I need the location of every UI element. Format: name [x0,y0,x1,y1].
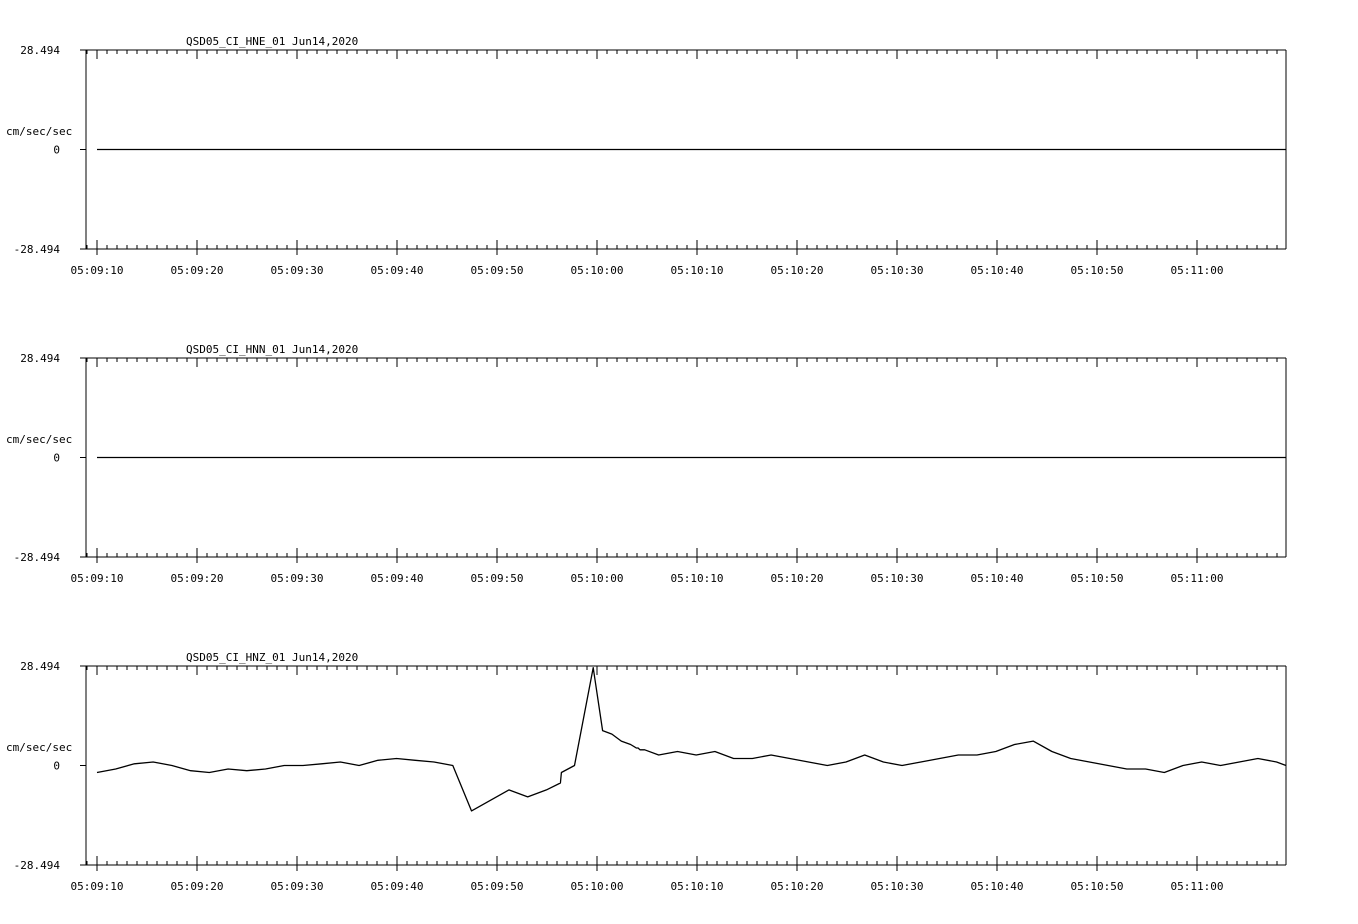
x-tick-label: 05:10:20 [771,572,824,585]
seismogram-figure: QSD05_CI_HNE_01 Jun14,2020 28.494 0 -28.494… [6,35,1287,893]
chart-title: QSD05_CI_HNE_01 Jun14,2020 [186,35,358,48]
x-tick-label: 05:11:00 [1171,572,1224,585]
x-tick-label: 05:09:50 [471,572,524,585]
x-tick-label: 05:09:30 [271,572,324,585]
x-tick-label: 05:10:30 [871,264,924,277]
x-tick-label: 05:09:40 [371,880,424,893]
x-tick-label: 05:11:00 [1171,264,1224,277]
y-tick-label: 0 [53,760,60,773]
x-tick-label: 05:10:40 [971,572,1024,585]
x-tick-label: 05:09:40 [371,264,424,277]
y-tick-label: -28.494 [14,551,61,564]
y-axis-label: cm/sec/sec [6,125,72,138]
y-tick-label: 28.494 [20,44,60,57]
x-tick-label: 05:09:50 [471,880,524,893]
x-tick-label: 05:10:00 [571,572,624,585]
x-tick-label: 05:10:50 [1071,264,1124,277]
chart-title: QSD05_CI_HNZ_01 Jun14,2020 [186,651,358,664]
y-axis-label: cm/sec/sec [6,433,72,446]
x-tick-label: 05:09:30 [271,264,324,277]
seismogram-trace [96,667,1287,812]
x-tick-label: 05:10:10 [671,264,724,277]
x-tick-label: 05:09:10 [71,880,124,893]
x-tick-label: 05:09:40 [371,572,424,585]
chart-title: QSD05_CI_HNN_01 Jun14,2020 [186,343,358,356]
x-tick-label: 05:10:20 [771,880,824,893]
x-tick-label: 05:09:30 [271,880,324,893]
y-tick-label: 0 [53,144,60,157]
seismogram-panel: QSD05_CI_HNN_01 Jun14,2020 28.494 0 -28.494… [6,343,1287,585]
seismogram-panel: QSD05_CI_HNE_01 Jun14,2020 28.494 0 -28.494… [6,35,1287,277]
x-tick-label: 05:10:20 [771,264,824,277]
y-tick-label: 28.494 [20,660,60,673]
x-tick-label: 05:09:50 [471,264,524,277]
x-tick-label: 05:10:10 [671,572,724,585]
x-tick-label: 05:09:20 [171,264,224,277]
y-tick-label: -28.494 [14,243,61,256]
x-tick-label: 05:10:50 [1071,880,1124,893]
x-tick-label: 05:10:30 [871,572,924,585]
seismogram-panel: QSD05_CI_HNZ_01 Jun14,2020 28.494 0 -28.494… [6,651,1287,893]
x-tick-label: 05:09:10 [71,264,124,277]
y-tick-label: -28.494 [14,859,61,872]
x-tick-label: 05:10:10 [671,880,724,893]
x-tick-label: 05:10:00 [571,264,624,277]
x-tick-label: 05:10:40 [971,264,1024,277]
x-tick-label: 05:09:20 [171,880,224,893]
x-tick-label: 05:10:30 [871,880,924,893]
x-tick-label: 05:11:00 [1171,880,1224,893]
x-tick-label: 05:10:00 [571,880,624,893]
x-tick-label: 05:09:10 [71,572,124,585]
x-tick-label: 05:10:40 [971,880,1024,893]
y-tick-label: 28.494 [20,352,60,365]
x-tick-label: 05:10:50 [1071,572,1124,585]
y-tick-label: 0 [53,452,60,465]
y-axis-label: cm/sec/sec [6,741,72,754]
x-tick-label: 05:09:20 [171,572,224,585]
